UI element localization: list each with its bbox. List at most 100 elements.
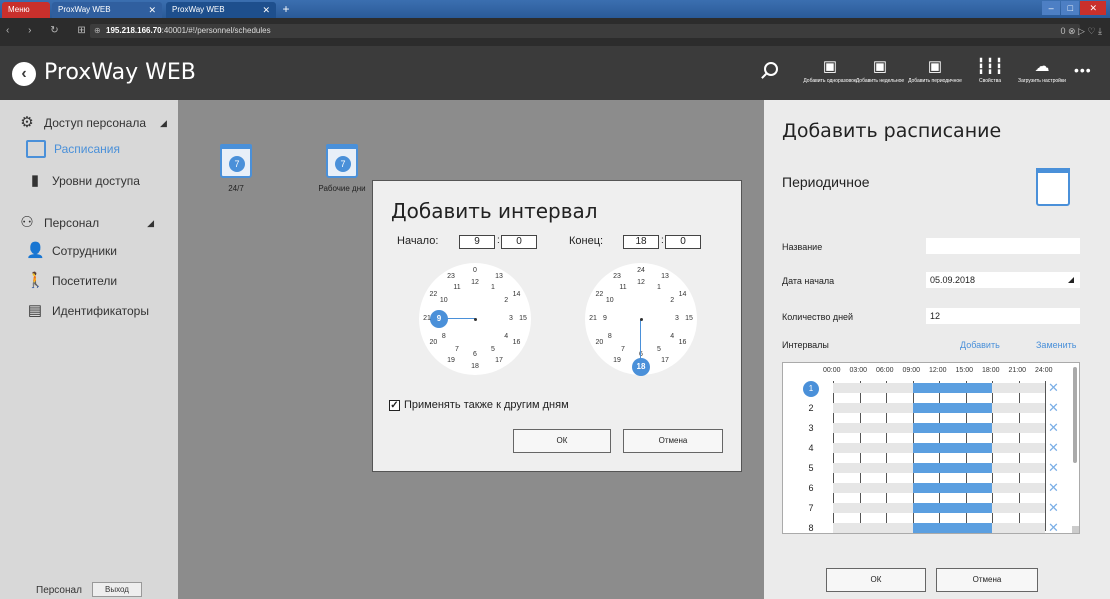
day-track[interactable] <box>833 483 1045 493</box>
interval-bar[interactable] <box>912 503 992 513</box>
properties-button[interactable]: ┇┇┇ Свойства <box>960 56 1020 84</box>
clock-hour-label[interactable]: 1 <box>488 284 498 291</box>
clock-hour-label[interactable]: 2 <box>501 297 511 304</box>
day-track[interactable] <box>833 403 1045 413</box>
apply-other-days-checkbox[interactable]: ✓ Применять также к другим дням <box>389 399 569 411</box>
add-interval-link[interactable]: Добавить <box>960 340 1000 350</box>
interval-row[interactable]: 1 ✕ <box>783 379 1065 399</box>
clock-hour-label[interactable]: 12 <box>636 279 646 286</box>
interval-bar[interactable] <box>912 443 992 453</box>
clock-hour-label[interactable]: 17 <box>494 357 504 364</box>
interval-row[interactable]: 8 ✕ <box>783 519 1065 533</box>
interval-bar[interactable] <box>912 523 992 533</box>
tab-close-icon[interactable]: ✕ <box>148 2 156 18</box>
clock-hour-label[interactable]: 4 <box>667 333 677 340</box>
clock-hour-label[interactable]: 13 <box>660 273 670 280</box>
clock-hour-label[interactable]: 9 <box>600 315 610 322</box>
interval-bar[interactable] <box>912 463 992 473</box>
day-track[interactable] <box>833 383 1045 393</box>
clock-hour-label[interactable]: 10 <box>439 297 449 304</box>
interval-row[interactable]: 7 ✕ <box>783 499 1065 519</box>
interval-row[interactable]: 4 ✕ <box>783 439 1065 459</box>
panel-ok-button[interactable]: ОК <box>826 568 926 592</box>
day-track[interactable] <box>833 503 1045 513</box>
clock-hour-label[interactable]: 24 <box>636 267 646 274</box>
delete-interval-icon[interactable]: ✕ <box>1048 500 1059 516</box>
delete-interval-icon[interactable]: ✕ <box>1048 380 1059 396</box>
interval-bar[interactable] <box>912 383 992 393</box>
delete-interval-icon[interactable]: ✕ <box>1048 460 1059 476</box>
clock-hour-label[interactable]: 21 <box>422 315 432 322</box>
url-field[interactable]: ⊕ 195.218.166.70:40001/#!/personnel/sched… <box>90 24 1080 38</box>
clock-hour-label[interactable]: 15 <box>684 315 694 322</box>
interval-bar[interactable] <box>912 423 992 433</box>
interval-row[interactable]: 5 ✕ <box>783 459 1065 479</box>
day-track[interactable] <box>833 523 1045 533</box>
clock-hour-label[interactable]: 1 <box>654 284 664 291</box>
day-track[interactable] <box>833 463 1045 473</box>
intervals-grid[interactable]: 00:00 03:00 06:00 09:00 12:00 15:00 18:00 21:00… <box>782 362 1080 534</box>
add-weekly-button[interactable]: ▣ Добавить недельное <box>850 56 910 84</box>
end-hour-input[interactable]: 18 <box>623 235 659 249</box>
clock-hour-label[interactable]: 16 <box>512 339 522 346</box>
sidebar-item-staff-access[interactable]: ⚙ Доступ персонала ◢ <box>18 114 167 132</box>
panel-cancel-button[interactable]: Отмена <box>936 568 1038 592</box>
ok-button[interactable]: ОК <box>513 429 611 453</box>
clock-hour-label[interactable]: 22 <box>428 291 438 298</box>
clock-hour-label[interactable]: 23 <box>612 273 622 280</box>
interval-bar[interactable] <box>912 403 992 413</box>
clock-hour-label[interactable]: 11 <box>618 284 628 291</box>
load-settings-button[interactable]: ☁ Загрузить настройки <box>1012 56 1072 84</box>
clock-hour-label[interactable]: 5 <box>488 346 498 353</box>
minimize-icon[interactable]: – <box>1042 1 1061 15</box>
browser-extension-icons[interactable]: 0 ⊗ ▷ ♡ ⤓ <box>1060 26 1102 37</box>
maximize-icon[interactable]: □ <box>1061 1 1080 15</box>
logout-button[interactable]: Выход <box>92 582 142 597</box>
days-count-input[interactable]: 12 <box>926 308 1080 324</box>
clock-hour-label[interactable]: 6 <box>636 351 646 358</box>
clock-hour-label[interactable]: 19 <box>446 357 456 364</box>
back-arrow-icon[interactable]: ‹ <box>12 62 36 86</box>
delete-interval-icon[interactable]: ✕ <box>1048 400 1059 416</box>
day-track[interactable] <box>833 443 1045 453</box>
sidebar-item-identifiers[interactable]: ▤ Идентификаторы <box>26 302 149 320</box>
interval-row[interactable]: 6 ✕ <box>783 479 1065 499</box>
interval-row[interactable]: 2 ✕ <box>783 399 1065 419</box>
clock-hour-label[interactable]: 21 <box>588 315 598 322</box>
delete-interval-icon[interactable]: ✕ <box>1048 440 1059 456</box>
clock-hour-label[interactable]: 14 <box>512 291 522 298</box>
sidebar-item-schedules[interactable]: Расписания <box>26 140 120 158</box>
clock-hour-label[interactable]: 14 <box>678 291 688 298</box>
clock-hour-label[interactable]: 19 <box>612 357 622 364</box>
clock-hour-label[interactable]: 22 <box>594 291 604 298</box>
clock-hour-label[interactable]: 4 <box>501 333 511 340</box>
clock-hour-label[interactable]: 6 <box>470 351 480 358</box>
replace-interval-link[interactable]: Заменить <box>1036 340 1076 350</box>
clock-hour-label[interactable]: 13 <box>494 273 504 280</box>
clock-hour-label[interactable]: 3 <box>672 315 682 322</box>
search-icon[interactable] <box>764 62 778 76</box>
clock-hour-label[interactable]: 5 <box>654 346 664 353</box>
delete-interval-icon[interactable]: ✕ <box>1048 420 1059 436</box>
more-icon[interactable]: ••• <box>1074 62 1092 78</box>
start-clock-picker[interactable]: 12 1 2 3 4 5 6 7 8 9 10 11 0 13 14 15 16 17 18 19 20 21 22 23 <box>419 263 531 375</box>
new-tab-icon[interactable]: + <box>280 3 292 15</box>
start-hour-input[interactable]: 9 <box>459 235 495 249</box>
clock-hour-label[interactable]: 3 <box>506 315 516 322</box>
day-track[interactable] <box>833 423 1045 433</box>
clock-hour-label[interactable]: 20 <box>428 339 438 346</box>
name-input[interactable] <box>926 238 1080 254</box>
clock-hour-label[interactable]: 17 <box>660 357 670 364</box>
clock-selected-hour[interactable]: 18 <box>632 358 650 376</box>
grid-scrollbar[interactable] <box>1073 367 1077 463</box>
interval-row[interactable]: 3 ✕ <box>783 419 1065 439</box>
clock-hour-label[interactable]: 16 <box>678 339 688 346</box>
delete-interval-icon[interactable]: ✕ <box>1048 480 1059 496</box>
browser-tab[interactable]: ProxWay WEB ✕ <box>52 2 162 18</box>
start-minute-input[interactable]: 0 <box>501 235 537 249</box>
clock-hour-label[interactable]: 15 <box>518 315 528 322</box>
clock-hour-label[interactable]: 0 <box>470 267 480 274</box>
sidebar-item-visitors[interactable]: 🚶 Посетители <box>26 272 117 290</box>
clock-hour-label[interactable]: 11 <box>452 284 462 291</box>
clock-hour-label[interactable]: 7 <box>618 346 628 353</box>
